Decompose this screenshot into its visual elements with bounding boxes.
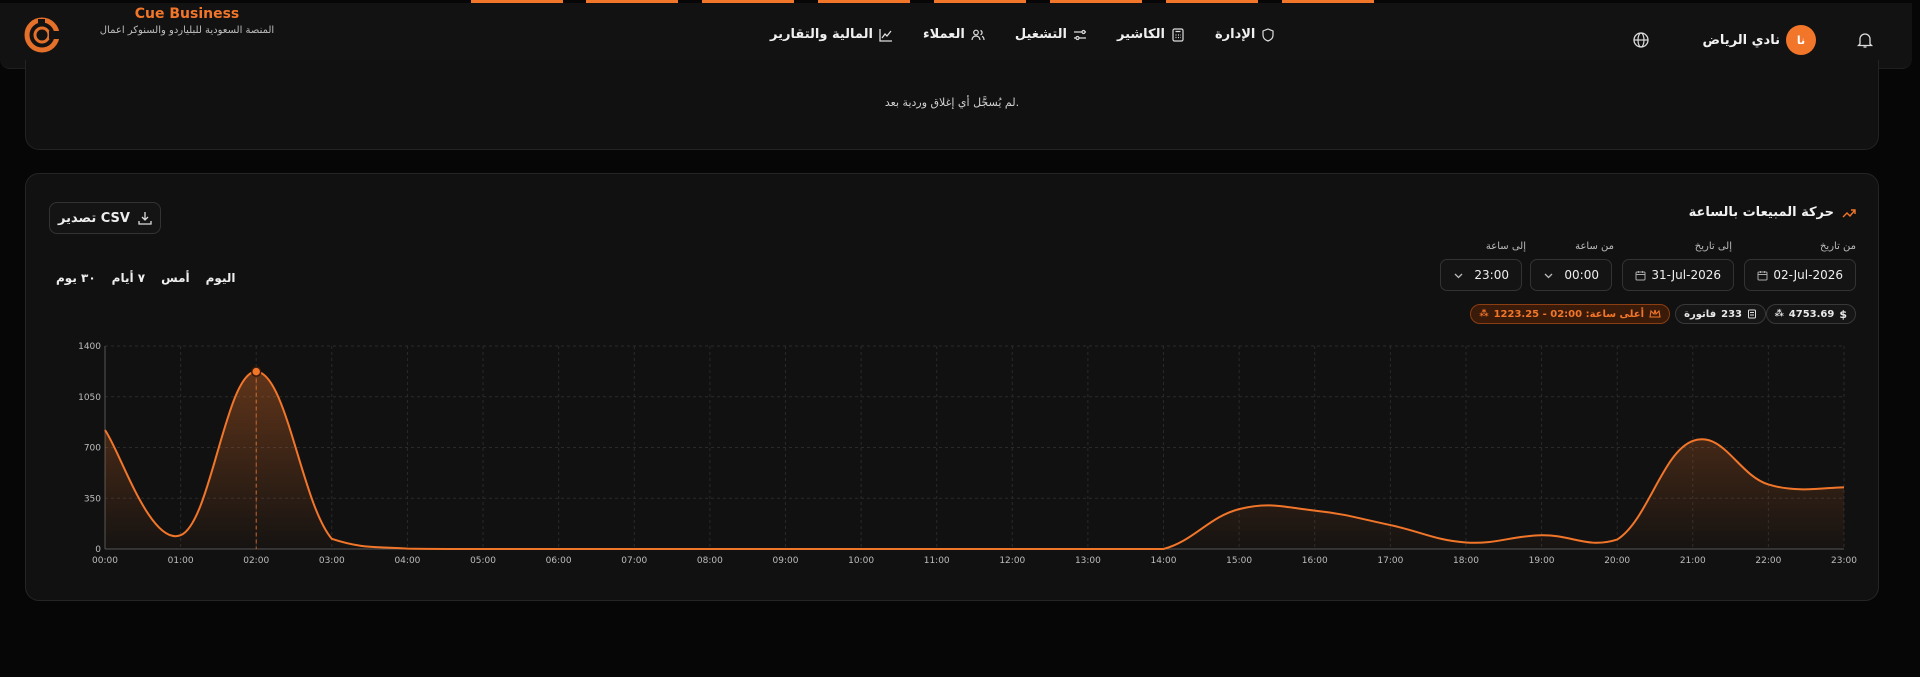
y-tick-label: 0 xyxy=(95,545,101,555)
y-tick-label: 700 xyxy=(84,444,101,454)
x-tick-label: 10:00 xyxy=(848,556,874,566)
chart-line-icon xyxy=(879,28,892,42)
x-tick-label: 13:00 xyxy=(1075,556,1101,566)
nav-administration-label: الإدارة xyxy=(1214,27,1256,42)
empty-message: لم يُسجَّل أي إغلاق وردية بعد. xyxy=(884,96,1020,109)
x-tick-label: 04:00 xyxy=(394,556,420,566)
x-tick-label: 23:00 xyxy=(1831,556,1857,566)
nav-cashier[interactable]: الكاشير xyxy=(1117,27,1185,42)
x-tick-label: 17:00 xyxy=(1377,556,1403,566)
hourly-sales-chart: 0 350 700 1050 1400 00:00 01:00 02:00 03:00 04:00… xyxy=(78,342,1857,566)
x-tick-label: 07:00 xyxy=(621,556,647,566)
y-tick-label: 1400 xyxy=(78,342,101,352)
x-tick-label: 16:00 xyxy=(1302,556,1328,566)
header-right: نادي الرياض نا xyxy=(1574,23,1874,59)
y-tick-label: 350 xyxy=(84,494,101,504)
brand-subtitle: المنصة السعودية للبلياردو والسنوكر اعمال xyxy=(99,25,275,36)
nav-customers[interactable]: العملاء xyxy=(923,27,985,42)
avatar[interactable]: نا xyxy=(1786,25,1816,55)
brand[interactable] xyxy=(24,17,60,53)
nav-finance-reports[interactable]: المالية والتقارير xyxy=(770,27,893,42)
main-nav: المالية والتقارير العملاء التشغيل الكاشي… xyxy=(770,27,1305,42)
nav-cashier-label: الكاشير xyxy=(1117,27,1165,42)
brand-title: Cue Business xyxy=(134,6,240,22)
x-tick-label: 11:00 xyxy=(924,556,950,566)
x-tick-label: 20:00 xyxy=(1604,556,1630,566)
x-tick-label: 18:00 xyxy=(1453,556,1479,566)
peak-point xyxy=(250,366,262,377)
x-tick-label: 05:00 xyxy=(470,556,496,566)
x-tick-label: 22:00 xyxy=(1755,556,1781,566)
users-icon xyxy=(971,29,985,40)
user-name[interactable]: نادي الرياض xyxy=(1702,33,1780,48)
brand-text: Cue Business المنصة السعودية للبلياردو و… xyxy=(82,5,292,39)
nav-operations[interactable]: التشغيل xyxy=(1015,27,1087,42)
x-tick-label: 06:00 xyxy=(546,556,572,566)
calculator-icon xyxy=(1172,27,1184,42)
x-tick-label: 09:00 xyxy=(773,556,799,566)
x-tick-label: 21:00 xyxy=(1680,556,1706,566)
shield-icon xyxy=(1262,27,1274,42)
nav-administration[interactable]: الإدارة xyxy=(1215,27,1275,42)
nav-customers-label: العملاء xyxy=(922,27,965,42)
x-tick-label: 00:00 xyxy=(92,556,118,566)
globe-icon[interactable] xyxy=(1632,31,1650,49)
x-tick-label: 08:00 xyxy=(697,556,723,566)
sales-line xyxy=(104,370,1845,550)
shift-closings-card: لم يُسجَّل أي إغلاق وردية بعد. xyxy=(25,60,1879,150)
logo-icon xyxy=(24,17,60,53)
x-tick-label: 15:00 xyxy=(1226,556,1252,566)
x-tick-label: 12:00 xyxy=(999,556,1025,566)
x-tick-label: 14:00 xyxy=(1151,556,1177,566)
x-tick-label: 19:00 xyxy=(1529,556,1555,566)
y-tick-label: 1050 xyxy=(78,393,101,403)
x-tick-label: 03:00 xyxy=(319,556,345,566)
sales-area-fill xyxy=(105,371,1844,549)
hourly-sales-card: تصدير CSV حركة المبيعات بالساعة من تاريخ… xyxy=(25,173,1879,601)
x-tick-label: 02:00 xyxy=(243,556,269,566)
nav-finance-reports-label: المالية والتقارير xyxy=(770,27,873,42)
x-tick-label: 01:00 xyxy=(168,556,194,566)
sliders-icon xyxy=(1074,29,1086,40)
nav-operations-label: التشغيل xyxy=(1014,27,1067,42)
bell-icon[interactable] xyxy=(1856,31,1874,49)
